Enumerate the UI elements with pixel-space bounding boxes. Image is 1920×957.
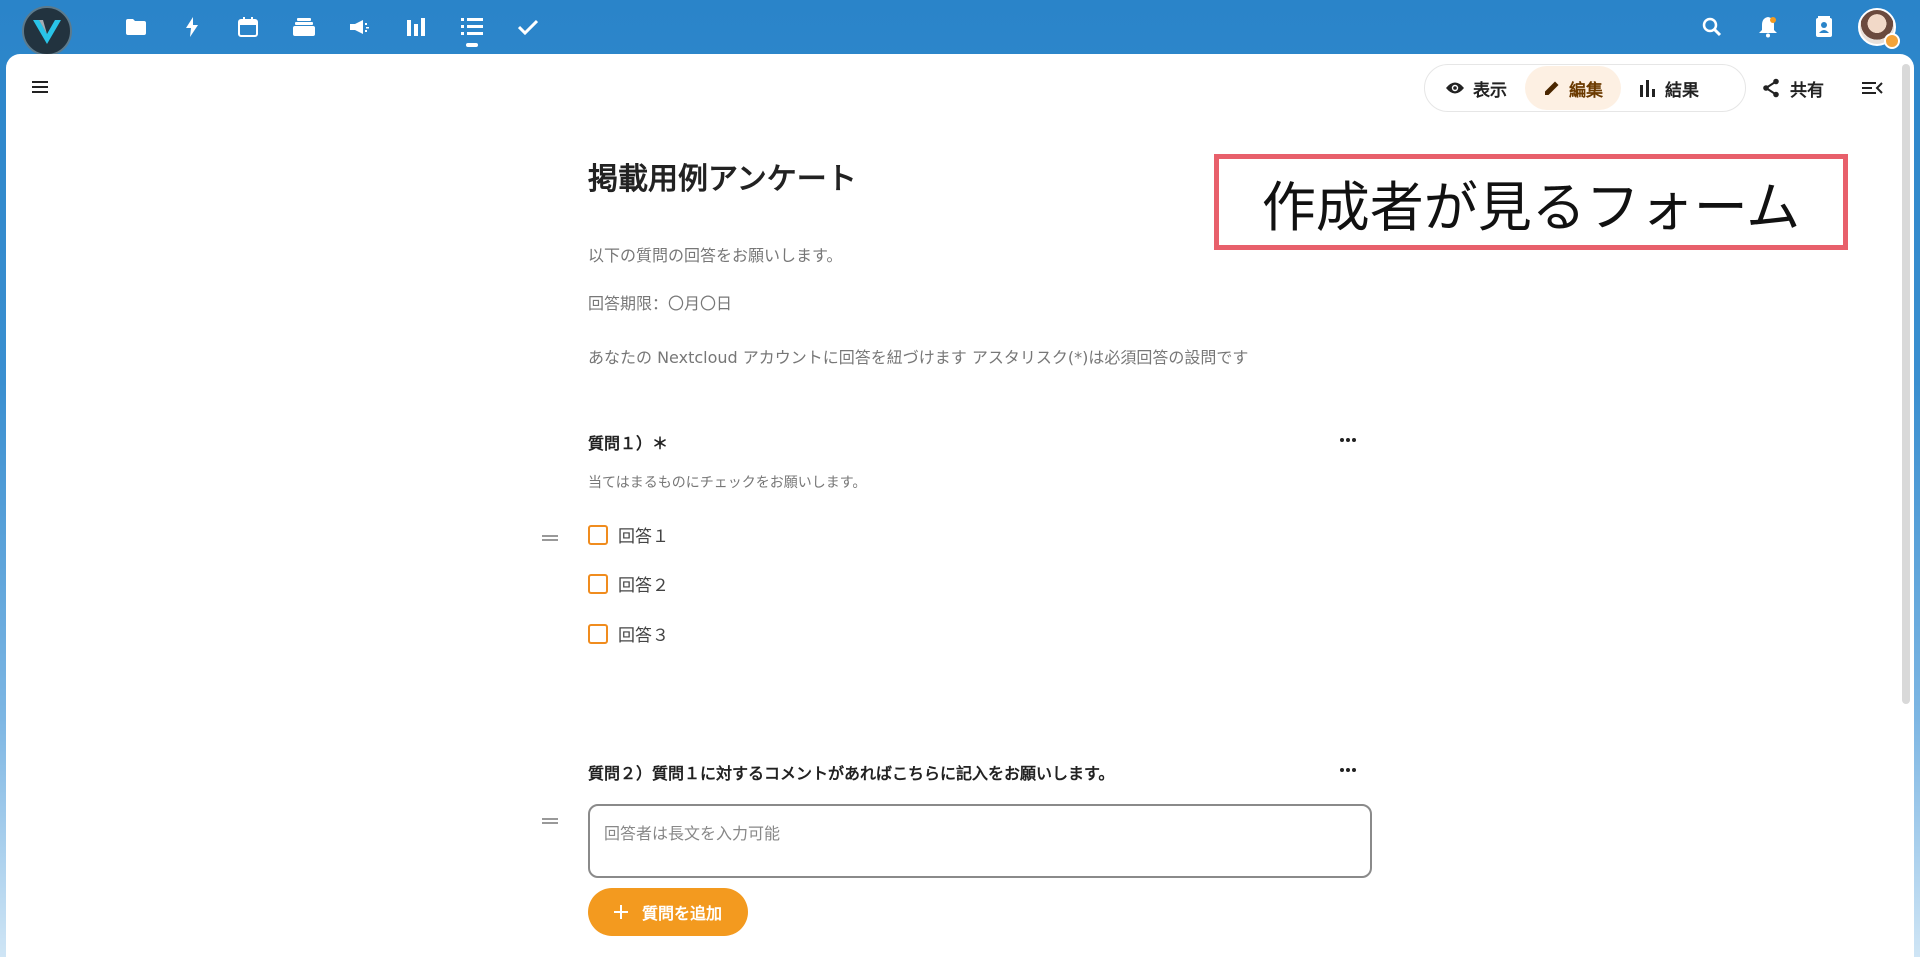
share-button[interactable]: 共有 bbox=[1762, 64, 1824, 112]
drag-handle-icon bbox=[542, 818, 558, 824]
app-files[interactable] bbox=[108, 0, 164, 54]
app-launcher bbox=[108, 0, 556, 54]
contacts-icon bbox=[1816, 16, 1832, 37]
hamburger-icon bbox=[32, 81, 48, 93]
question-1-drag-handle[interactable] bbox=[540, 529, 560, 541]
bell-icon bbox=[1759, 17, 1777, 38]
mode-view-button[interactable]: 表示 bbox=[1427, 66, 1525, 110]
option-label: 回答１ bbox=[618, 527, 669, 547]
status-badge bbox=[1884, 33, 1900, 49]
contacts-button[interactable] bbox=[1796, 0, 1852, 54]
megaphone-icon bbox=[350, 20, 369, 34]
question-2-title[interactable]: 質問２）質問１に対するコメントがあればこちらに記入をお願いします。 bbox=[588, 760, 1114, 784]
question-1-option-1[interactable]: 回答１ bbox=[588, 522, 669, 547]
deck-icon bbox=[293, 18, 315, 36]
app-activity[interactable] bbox=[164, 0, 220, 54]
bar-chart-icon bbox=[1640, 80, 1655, 97]
form-description-line-3: あなたの Nextcloud アカウントに回答を紐づけます アスタリスク(*)は… bbox=[588, 348, 1249, 367]
app-forms[interactable] bbox=[444, 0, 500, 54]
notifications-button[interactable] bbox=[1740, 0, 1796, 54]
mode-view-label: 表示 bbox=[1473, 80, 1507, 101]
app-announcements[interactable] bbox=[332, 0, 388, 54]
sidebar-toggle-icon bbox=[1862, 82, 1883, 94]
calendar-icon bbox=[238, 17, 258, 37]
question-2-more-button[interactable] bbox=[1336, 760, 1360, 780]
user-avatar[interactable] bbox=[1858, 8, 1900, 49]
app-deck[interactable] bbox=[276, 0, 332, 54]
lightning-icon bbox=[186, 17, 198, 37]
app-tasks[interactable] bbox=[500, 0, 556, 54]
more-horizontal-icon bbox=[1340, 768, 1356, 772]
form-description-line-1[interactable]: 以下の質問の回答をお願いします。 bbox=[588, 242, 842, 266]
checkbox[interactable] bbox=[588, 573, 608, 594]
drag-handle-icon bbox=[542, 535, 558, 541]
view-mode-switcher: 表示 編集 結果 bbox=[1424, 64, 1746, 112]
option-label: 回答３ bbox=[618, 626, 669, 646]
question-1-more-button[interactable] bbox=[1336, 430, 1360, 450]
list-icon bbox=[461, 18, 483, 35]
question-2-answer-field[interactable]: 回答者は長文を入力可能 bbox=[588, 804, 1372, 878]
question-1-option-3[interactable]: 回答３ bbox=[588, 621, 669, 646]
more-horizontal-icon bbox=[1340, 438, 1356, 442]
bar-chart-icon bbox=[407, 18, 425, 36]
mode-results-label: 結果 bbox=[1665, 80, 1699, 101]
main-content: 表示 編集 結果 共有 掲載用例アンケート 以下の質問の回答をお願いします。 回… bbox=[6, 54, 1914, 957]
question-1-option-2[interactable]: 回答２ bbox=[588, 571, 669, 596]
share-label: 共有 bbox=[1790, 80, 1824, 101]
app-logo-icon[interactable] bbox=[22, 6, 72, 56]
top-right-actions bbox=[1684, 0, 1920, 54]
search-button[interactable] bbox=[1684, 0, 1740, 54]
add-question-label: 質問を追加 bbox=[641, 904, 722, 923]
checkbox[interactable] bbox=[588, 623, 608, 644]
form-description-line-2[interactable]: 回答期限：〇月〇日 bbox=[588, 290, 732, 314]
checkmark-icon bbox=[518, 19, 538, 35]
app-analytics[interactable] bbox=[388, 0, 444, 54]
mode-edit-label: 編集 bbox=[1569, 80, 1603, 101]
mode-edit-button[interactable]: 編集 bbox=[1525, 66, 1621, 110]
checkbox[interactable] bbox=[588, 524, 608, 545]
answer-placeholder: 回答者は長文を入力可能 bbox=[604, 824, 781, 843]
question-1-title[interactable]: 質問１）＊ bbox=[588, 430, 668, 454]
question-2-drag-handle[interactable] bbox=[540, 812, 560, 824]
top-app-bar bbox=[0, 0, 1920, 56]
pencil-icon bbox=[1545, 81, 1559, 95]
option-label: 回答２ bbox=[618, 576, 669, 596]
question-1-subtitle[interactable]: 当てはまるものにチェックをお願いします。 bbox=[588, 472, 866, 492]
navigation-toggle-button[interactable] bbox=[24, 72, 54, 102]
sidebar-toggle-button[interactable] bbox=[1858, 74, 1886, 102]
form-title[interactable]: 掲載用例アンケート bbox=[588, 154, 857, 198]
share-icon bbox=[1763, 78, 1779, 98]
scrollbar[interactable] bbox=[1902, 64, 1910, 704]
app-calendar[interactable] bbox=[220, 0, 276, 54]
search-icon bbox=[1702, 17, 1722, 37]
folder-icon bbox=[126, 19, 146, 35]
annotation-callout: 作成者が見るフォーム bbox=[1214, 154, 1848, 250]
eye-icon bbox=[1446, 82, 1464, 94]
add-question-button[interactable]: 質問を追加 bbox=[588, 888, 748, 936]
mode-results-button[interactable]: 結果 bbox=[1621, 66, 1717, 110]
plus-icon bbox=[613, 905, 628, 919]
